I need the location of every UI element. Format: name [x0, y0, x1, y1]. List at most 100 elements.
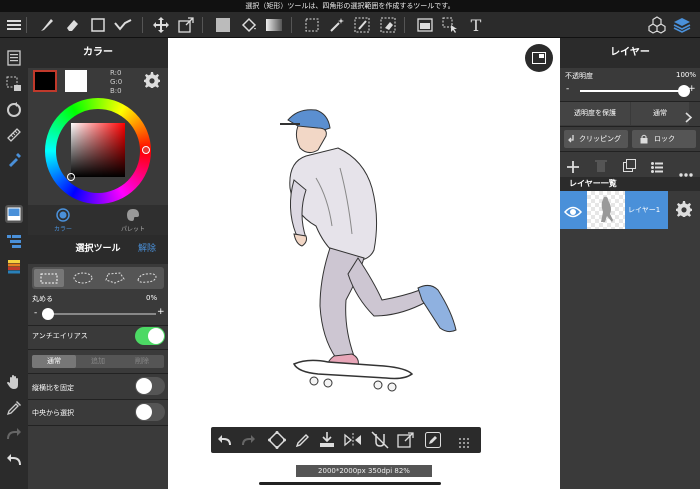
- add-layer-icon[interactable]: [567, 158, 579, 177]
- mode-normal[interactable]: 通常: [32, 355, 76, 368]
- move-icon[interactable]: [152, 16, 170, 34]
- tab-palette-label: パレット: [120, 226, 145, 233]
- duplicate-layer-icon[interactable]: [623, 157, 636, 176]
- round-minus-button[interactable]: -: [34, 308, 37, 318]
- layer-panel: レイヤー 不透明度 100% - + 透明度を保護 通常 クリッピング ロック …: [560, 38, 700, 489]
- foreground-color-swatch[interactable]: [33, 70, 57, 92]
- materials-icon[interactable]: [648, 16, 666, 34]
- skateboarder-artwork: [280, 109, 457, 392]
- eyedropper-icon[interactable]: [5, 399, 23, 417]
- layer-list-header: レイヤー一覧: [560, 177, 700, 191]
- color-panel-toggle-icon[interactable]: [5, 205, 23, 223]
- hue-handle[interactable]: [142, 146, 150, 154]
- select-eraser-icon[interactable]: [379, 16, 397, 34]
- opacity-minus-button[interactable]: -: [566, 84, 569, 94]
- ruler-icon[interactable]: [5, 126, 23, 144]
- layers-icon[interactable]: [673, 16, 691, 34]
- layer-list-menu-icon[interactable]: [651, 158, 663, 177]
- color-panel: カラー R:0 G:0 B:0 カラー パレット 選択ツール 解除 丸める 0%…: [28, 38, 168, 489]
- trash-icon[interactable]: [595, 157, 607, 176]
- selection-list-icon[interactable]: [5, 75, 23, 93]
- selection-shape-picker: [32, 267, 164, 289]
- select-shape-rect[interactable]: [34, 269, 64, 287]
- flip-horizontal-icon[interactable]: [344, 432, 362, 452]
- sv-handle[interactable]: [67, 173, 75, 181]
- round-slider-knob[interactable]: [42, 308, 54, 320]
- copy-paste-icon[interactable]: [416, 16, 434, 34]
- select-from-center-toggle[interactable]: [135, 403, 165, 421]
- canvas-bottom-toolbar: [211, 427, 481, 453]
- undo-icon[interactable]: [5, 451, 23, 469]
- background-color-swatch[interactable]: [65, 70, 87, 92]
- no-snap-icon[interactable]: [371, 431, 389, 453]
- undo-icon[interactable]: [217, 433, 231, 452]
- divider: [28, 425, 168, 426]
- select-pen-icon[interactable]: [353, 16, 371, 34]
- lock-label: ロック: [654, 135, 675, 143]
- redo-icon[interactable]: [242, 433, 256, 452]
- round-plus-button[interactable]: +: [157, 307, 165, 317]
- text-icon[interactable]: T: [467, 16, 485, 35]
- import-download-icon[interactable]: [319, 431, 335, 452]
- dropper-icon[interactable]: [5, 151, 23, 169]
- eraser-icon[interactable]: [63, 16, 81, 34]
- transform-icon[interactable]: [177, 16, 195, 34]
- main-toolbar: T: [0, 12, 700, 38]
- mode-subtract[interactable]: 削除: [120, 355, 164, 368]
- color-panel-title: カラー: [28, 38, 168, 68]
- select-shape-ellipse[interactable]: [68, 269, 98, 287]
- layer-panel-title: レイヤー: [560, 38, 700, 68]
- layer-row[interactable]: レイヤー1: [560, 191, 668, 229]
- brush-control-icon[interactable]: [5, 232, 23, 250]
- operation-icon[interactable]: [441, 16, 459, 34]
- tab-palette[interactable]: パレット: [98, 205, 168, 235]
- material-colors-icon[interactable]: [5, 258, 23, 276]
- transform-select-icon[interactable]: [267, 430, 287, 453]
- select-rect-icon[interactable]: [303, 16, 321, 34]
- protect-alpha-button[interactable]: 透明度を保護: [560, 102, 630, 125]
- layer-settings-gear-icon[interactable]: [676, 201, 692, 221]
- select-tool-header: 選択ツール 解除: [28, 235, 168, 264]
- layer-list-title: レイヤー一覧: [569, 179, 617, 188]
- color-tab-bar: カラー パレット: [28, 205, 168, 235]
- round-slider[interactable]: [42, 308, 156, 320]
- fill-color-icon[interactable]: [214, 16, 232, 34]
- rotate-icon[interactable]: [5, 101, 23, 119]
- toolbar-divider: [404, 17, 405, 33]
- brush-icon[interactable]: [38, 16, 56, 34]
- drawing-canvas[interactable]: 2000*2000px 350dpi 82%: [168, 38, 560, 489]
- gradient-icon[interactable]: [265, 16, 283, 34]
- redo-icon[interactable]: [5, 425, 23, 443]
- fix-ratio-toggle[interactable]: [135, 377, 165, 395]
- rect-shape-icon[interactable]: [89, 16, 107, 34]
- select-shape-polygon[interactable]: [100, 269, 130, 287]
- toolbar-divider: [291, 17, 292, 33]
- blend-mode-button[interactable]: 通常: [631, 102, 689, 125]
- opacity-plus-button[interactable]: +: [688, 84, 696, 94]
- hand-icon[interactable]: [5, 373, 23, 391]
- canvas-list-icon[interactable]: [5, 49, 23, 67]
- lock-button[interactable]: ロック: [632, 130, 696, 148]
- clipping-button[interactable]: クリッピング: [564, 130, 628, 148]
- edit-layer-icon[interactable]: [425, 432, 441, 452]
- opacity-slider[interactable]: [580, 85, 690, 97]
- select-shape-freehand[interactable]: [132, 269, 162, 287]
- stroke-correction-icon[interactable]: [114, 16, 132, 34]
- bucket-icon[interactable]: [240, 16, 258, 34]
- transform-menu-icon[interactable]: [397, 431, 415, 453]
- rgb-g-value: G:0: [110, 78, 123, 86]
- pen-icon[interactable]: [295, 432, 311, 452]
- divider: [28, 349, 168, 350]
- saturation-value-square[interactable]: [67, 123, 125, 181]
- mode-add[interactable]: 追加: [76, 355, 120, 368]
- more-grid-icon[interactable]: [458, 434, 470, 453]
- canvas-view-icon[interactable]: [525, 44, 553, 72]
- tab-color[interactable]: カラー: [28, 205, 98, 235]
- chevron-right-icon[interactable]: [685, 108, 693, 127]
- release-selection-button[interactable]: 解除: [138, 235, 156, 264]
- antialias-toggle[interactable]: [135, 327, 165, 345]
- magic-wand-icon[interactable]: [328, 16, 346, 34]
- menu-icon[interactable]: [5, 16, 23, 34]
- color-settings-gear-icon[interactable]: [144, 72, 160, 92]
- eye-visibility-icon[interactable]: [563, 203, 583, 222]
